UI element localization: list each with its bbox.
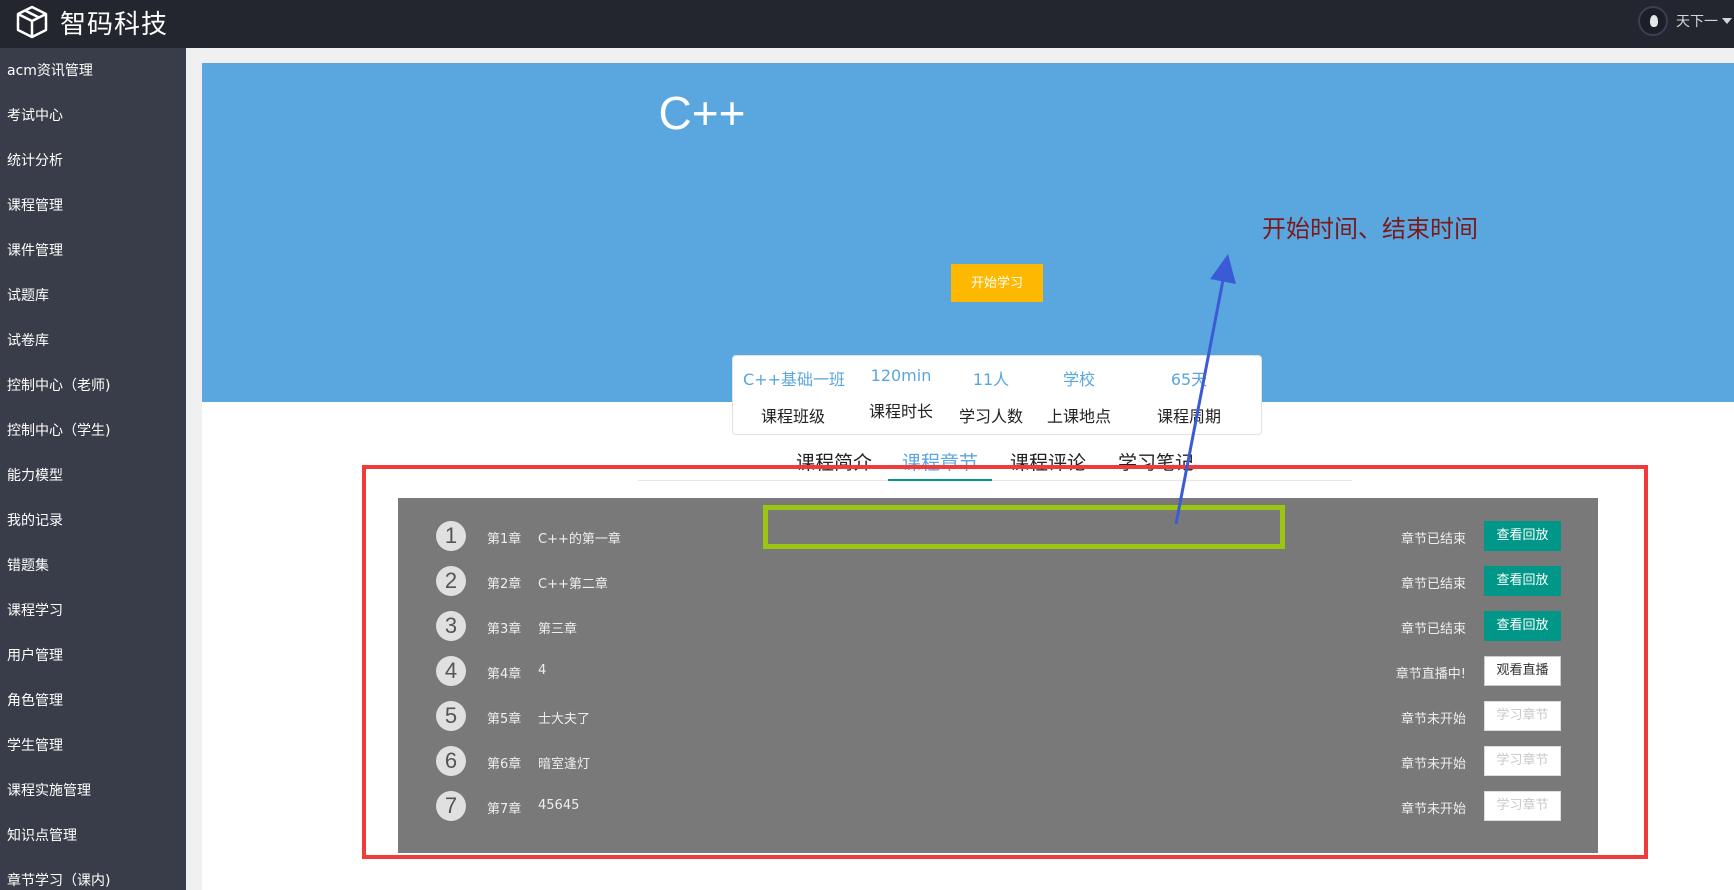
cube-icon <box>16 5 48 39</box>
sidebar-item-course-study[interactable]: 课程学习 <box>0 589 186 634</box>
annotation-green-box <box>763 505 1285 549</box>
sidebar-item-courseware[interactable]: 课件管理 <box>0 229 186 274</box>
sidebar-item-course-implementation[interactable]: 课程实施管理 <box>0 769 186 814</box>
annotation-text: 开始时间、结束时间 <box>1262 215 1478 243</box>
stat-location-value: 学校 <box>1062 370 1095 389</box>
stat-learners: 11人 学习人数 <box>941 356 1041 427</box>
sidebar-item-mistakes[interactable]: 错题集 <box>0 544 186 589</box>
sidebar-item-users[interactable]: 用户管理 <box>0 634 186 679</box>
user-name[interactable]: 天下一 <box>1676 11 1718 31</box>
sidebar-item-exam-center[interactable]: 考试中心 <box>0 94 186 139</box>
top-bar: 智码科技 天下一 <box>0 0 1734 48</box>
sidebar-item-control-student[interactable]: 控制中心（学生) <box>0 409 186 454</box>
stat-learners-label: 学习人数 <box>958 407 1023 426</box>
course-banner: C++ 开始学习 <box>202 63 1734 402</box>
stat-learners-value: 11人 <box>972 370 1010 389</box>
page-title: C++ <box>658 87 746 139</box>
stat-class-label: 课程班级 <box>760 407 825 426</box>
sidebar-item-course-management[interactable]: 课程管理 <box>0 184 186 229</box>
logo-text: 智码科技 <box>60 9 169 40</box>
sidebar: acm资讯管理 考试中心 统计分析 课程管理 课件管理 试题库 试卷库 控制中心… <box>0 48 186 890</box>
avatar[interactable] <box>1638 6 1668 36</box>
sidebar-item-paper-bank[interactable]: 试卷库 <box>0 319 186 364</box>
stat-period: 65天 课程周期 <box>1139 356 1239 427</box>
stat-duration: 120min 课程时长 <box>851 356 951 422</box>
chevron-down-icon[interactable] <box>1722 18 1732 24</box>
stat-duration-label: 课程时长 <box>868 402 933 421</box>
stat-location: 学校 上课地点 <box>1029 356 1129 427</box>
stat-duration-value: 120min <box>870 366 932 385</box>
sidebar-item-control-teacher[interactable]: 控制中心（老师) <box>0 364 186 409</box>
sidebar-item-question-bank[interactable]: 试题库 <box>0 274 186 319</box>
sidebar-item-students[interactable]: 学生管理 <box>0 724 186 769</box>
logo[interactable]: 智码科技 <box>14 3 168 41</box>
sidebar-item-knowledge-points[interactable]: 知识点管理 <box>0 814 186 859</box>
stat-period-value: 65天 <box>1170 370 1208 389</box>
sidebar-item-roles[interactable]: 角色管理 <box>0 679 186 724</box>
sidebar-item-chapter-study[interactable]: 章节学习（课内) <box>0 859 186 890</box>
course-stats: C++基础一班 课程班级 120min 课程时长 11人 学习人数 学校 上课地… <box>732 355 1262 435</box>
stat-class: C++基础一班 课程班级 <box>743 356 845 427</box>
sidebar-item-ability-model[interactable]: 能力模型 <box>0 454 186 499</box>
sidebar-item-acm-news[interactable]: acm资讯管理 <box>0 49 186 94</box>
start-learning-button[interactable]: 开始学习 <box>951 264 1043 302</box>
stat-period-label: 课程周期 <box>1156 407 1221 426</box>
sidebar-item-statistics[interactable]: 统计分析 <box>0 139 186 184</box>
user-menu[interactable]: 天下一 <box>1638 6 1734 36</box>
stat-class-value: C++基础一班 <box>743 370 845 389</box>
stat-location-label: 上课地点 <box>1046 407 1111 426</box>
sidebar-item-my-records[interactable]: 我的记录 <box>0 499 186 544</box>
